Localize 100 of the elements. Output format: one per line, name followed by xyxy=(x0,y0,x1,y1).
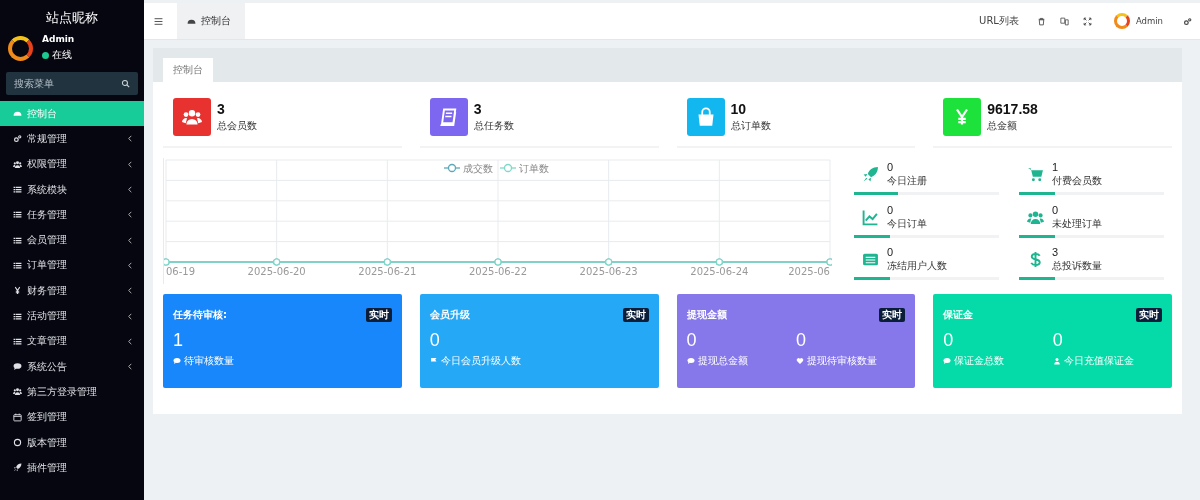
circle-icon xyxy=(13,438,22,447)
card-title: 保证金 xyxy=(943,308,974,322)
menu-item[interactable]: 会员管理 xyxy=(0,227,144,253)
stat-value: 0 xyxy=(887,246,895,259)
users-icon xyxy=(13,159,22,169)
card-label: 待审核数量 xyxy=(184,354,234,368)
card-title: 提现金额 xyxy=(686,308,727,322)
card-label: 今日充值保证金 xyxy=(1063,354,1134,368)
menu-item[interactable]: 版本管理 xyxy=(0,429,144,456)
list-icon xyxy=(13,235,22,245)
speech-bubble-icon xyxy=(943,357,952,365)
user-icon xyxy=(1052,357,1061,365)
speech-bubble-icon xyxy=(13,362,22,372)
calendar-icon xyxy=(13,412,22,422)
axis-label: 2025-06-22 xyxy=(468,266,528,277)
avatar-ring-icon xyxy=(8,35,33,61)
rocket-icon xyxy=(13,463,22,473)
stat-value: 0 xyxy=(887,203,895,216)
realtime-badge: 实时 xyxy=(365,308,392,322)
users-icon xyxy=(182,107,202,127)
avatar-ring-icon[interactable] xyxy=(1113,13,1130,29)
book-icon xyxy=(438,107,459,127)
search-icon xyxy=(121,79,130,88)
trash-icon[interactable] xyxy=(1036,16,1046,26)
menu-item[interactable]: 插件管理 xyxy=(0,455,144,481)
card-label: 保证金总数 xyxy=(954,354,1005,368)
card-title: 会员升级 xyxy=(429,308,470,322)
menu-item[interactable]: 第三方登录管理 xyxy=(0,379,144,405)
menu-item[interactable]: 活动管理 xyxy=(0,303,144,329)
stat-label: 总投诉数量 xyxy=(1052,259,1102,274)
card-label: 今日会员升级人数 xyxy=(440,354,521,368)
stat-label: 总任务数 xyxy=(473,119,514,133)
menu-item[interactable]: 权限管理 xyxy=(0,151,144,177)
list-icon xyxy=(13,336,22,346)
stat-value: 3 xyxy=(473,101,483,117)
card-label: 提现待审核数量 xyxy=(806,354,877,368)
menu-item[interactable]: 订单管理 xyxy=(0,252,144,279)
axis-label: 2025-06-20 xyxy=(247,266,306,277)
users-icon xyxy=(13,387,22,397)
cart-icon xyxy=(1027,166,1044,183)
card-value: 0 xyxy=(943,330,955,351)
menu-item[interactable]: 系统模块 xyxy=(0,176,144,203)
menu-item[interactable]: 签到管理 xyxy=(0,404,144,430)
menu-item[interactable]: 任务管理 xyxy=(0,202,144,228)
card-label: 提现总金额 xyxy=(697,354,748,368)
rocket-icon xyxy=(862,166,879,183)
line-chart-icon xyxy=(862,208,879,226)
stat-value: 0 xyxy=(887,161,895,173)
stat-label: 付费会员数 xyxy=(1052,174,1102,188)
card-value: 0 xyxy=(429,330,441,351)
stat-label: 冻结用户人数 xyxy=(887,259,947,274)
legend-label[interactable]: 订单数 xyxy=(519,162,549,174)
stat-label: 今日订单 xyxy=(887,216,927,231)
stat-label: 总订单数 xyxy=(730,119,771,133)
user-name: Admin xyxy=(42,34,75,44)
realtime-badge: 实时 xyxy=(622,308,649,322)
url-list-link[interactable]: URL列表 xyxy=(979,14,1019,28)
stat-label: 总会员数 xyxy=(217,119,257,133)
speech-bubble-icon xyxy=(173,357,181,365)
axis-label: 2025-06-21 xyxy=(358,266,417,277)
page-tab[interactable]: 控制台 xyxy=(177,3,245,39)
list-icon xyxy=(13,210,22,220)
panel-tab[interactable]: 控制台 xyxy=(163,58,213,82)
stat-value: 3 xyxy=(1052,246,1060,259)
list-icon xyxy=(13,185,22,195)
card-value: 0 xyxy=(686,330,698,351)
stat-value: 1 xyxy=(1052,161,1060,173)
card-value: 0 xyxy=(795,330,807,351)
axis-label: 2025-06 xyxy=(788,266,830,277)
stat-value: 3 xyxy=(217,101,226,117)
axis-label: 2025-06-23 xyxy=(579,266,638,277)
list-icon xyxy=(13,311,22,321)
gears-icon xyxy=(13,134,22,144)
heart-icon xyxy=(795,357,804,365)
menu-item[interactable]: 系统公告 xyxy=(0,353,144,380)
legend-label[interactable]: 成交数 xyxy=(463,162,493,174)
stat-label: 今日注册 xyxy=(887,174,927,188)
translate-icon[interactable] xyxy=(1059,16,1069,26)
stat-value: 0 xyxy=(1052,203,1060,216)
stat-label: 未处理订单 xyxy=(1052,216,1102,231)
menu-item[interactable]: 常规管理 xyxy=(0,126,144,152)
site-name: 站点昵称 xyxy=(45,9,99,27)
axis-label: 2025-06-24 xyxy=(690,266,749,277)
axis-label: 06-19 xyxy=(166,266,196,277)
card-value: 0 xyxy=(1052,330,1064,351)
list-icon xyxy=(13,260,22,270)
menu-icon[interactable] xyxy=(154,16,163,26)
user-status: 在线 xyxy=(52,48,72,62)
menu-item[interactable]: 文章管理 xyxy=(0,328,144,354)
card-value: 1 xyxy=(173,330,184,351)
search-field[interactable]: 搜索菜单 xyxy=(6,72,138,95)
speech-bubble-icon xyxy=(686,357,695,365)
fullscreen-icon[interactable] xyxy=(1082,16,1092,26)
menu-item[interactable]: 财务管理 xyxy=(0,278,144,304)
user-name[interactable]: Admin xyxy=(1135,16,1163,26)
flag-icon xyxy=(429,357,438,365)
realtime-badge: 实时 xyxy=(879,308,906,322)
settings-icon[interactable] xyxy=(1183,16,1192,26)
stat-label: 总金额 xyxy=(987,119,1019,133)
stat-value: 9617.58 xyxy=(987,101,1038,117)
